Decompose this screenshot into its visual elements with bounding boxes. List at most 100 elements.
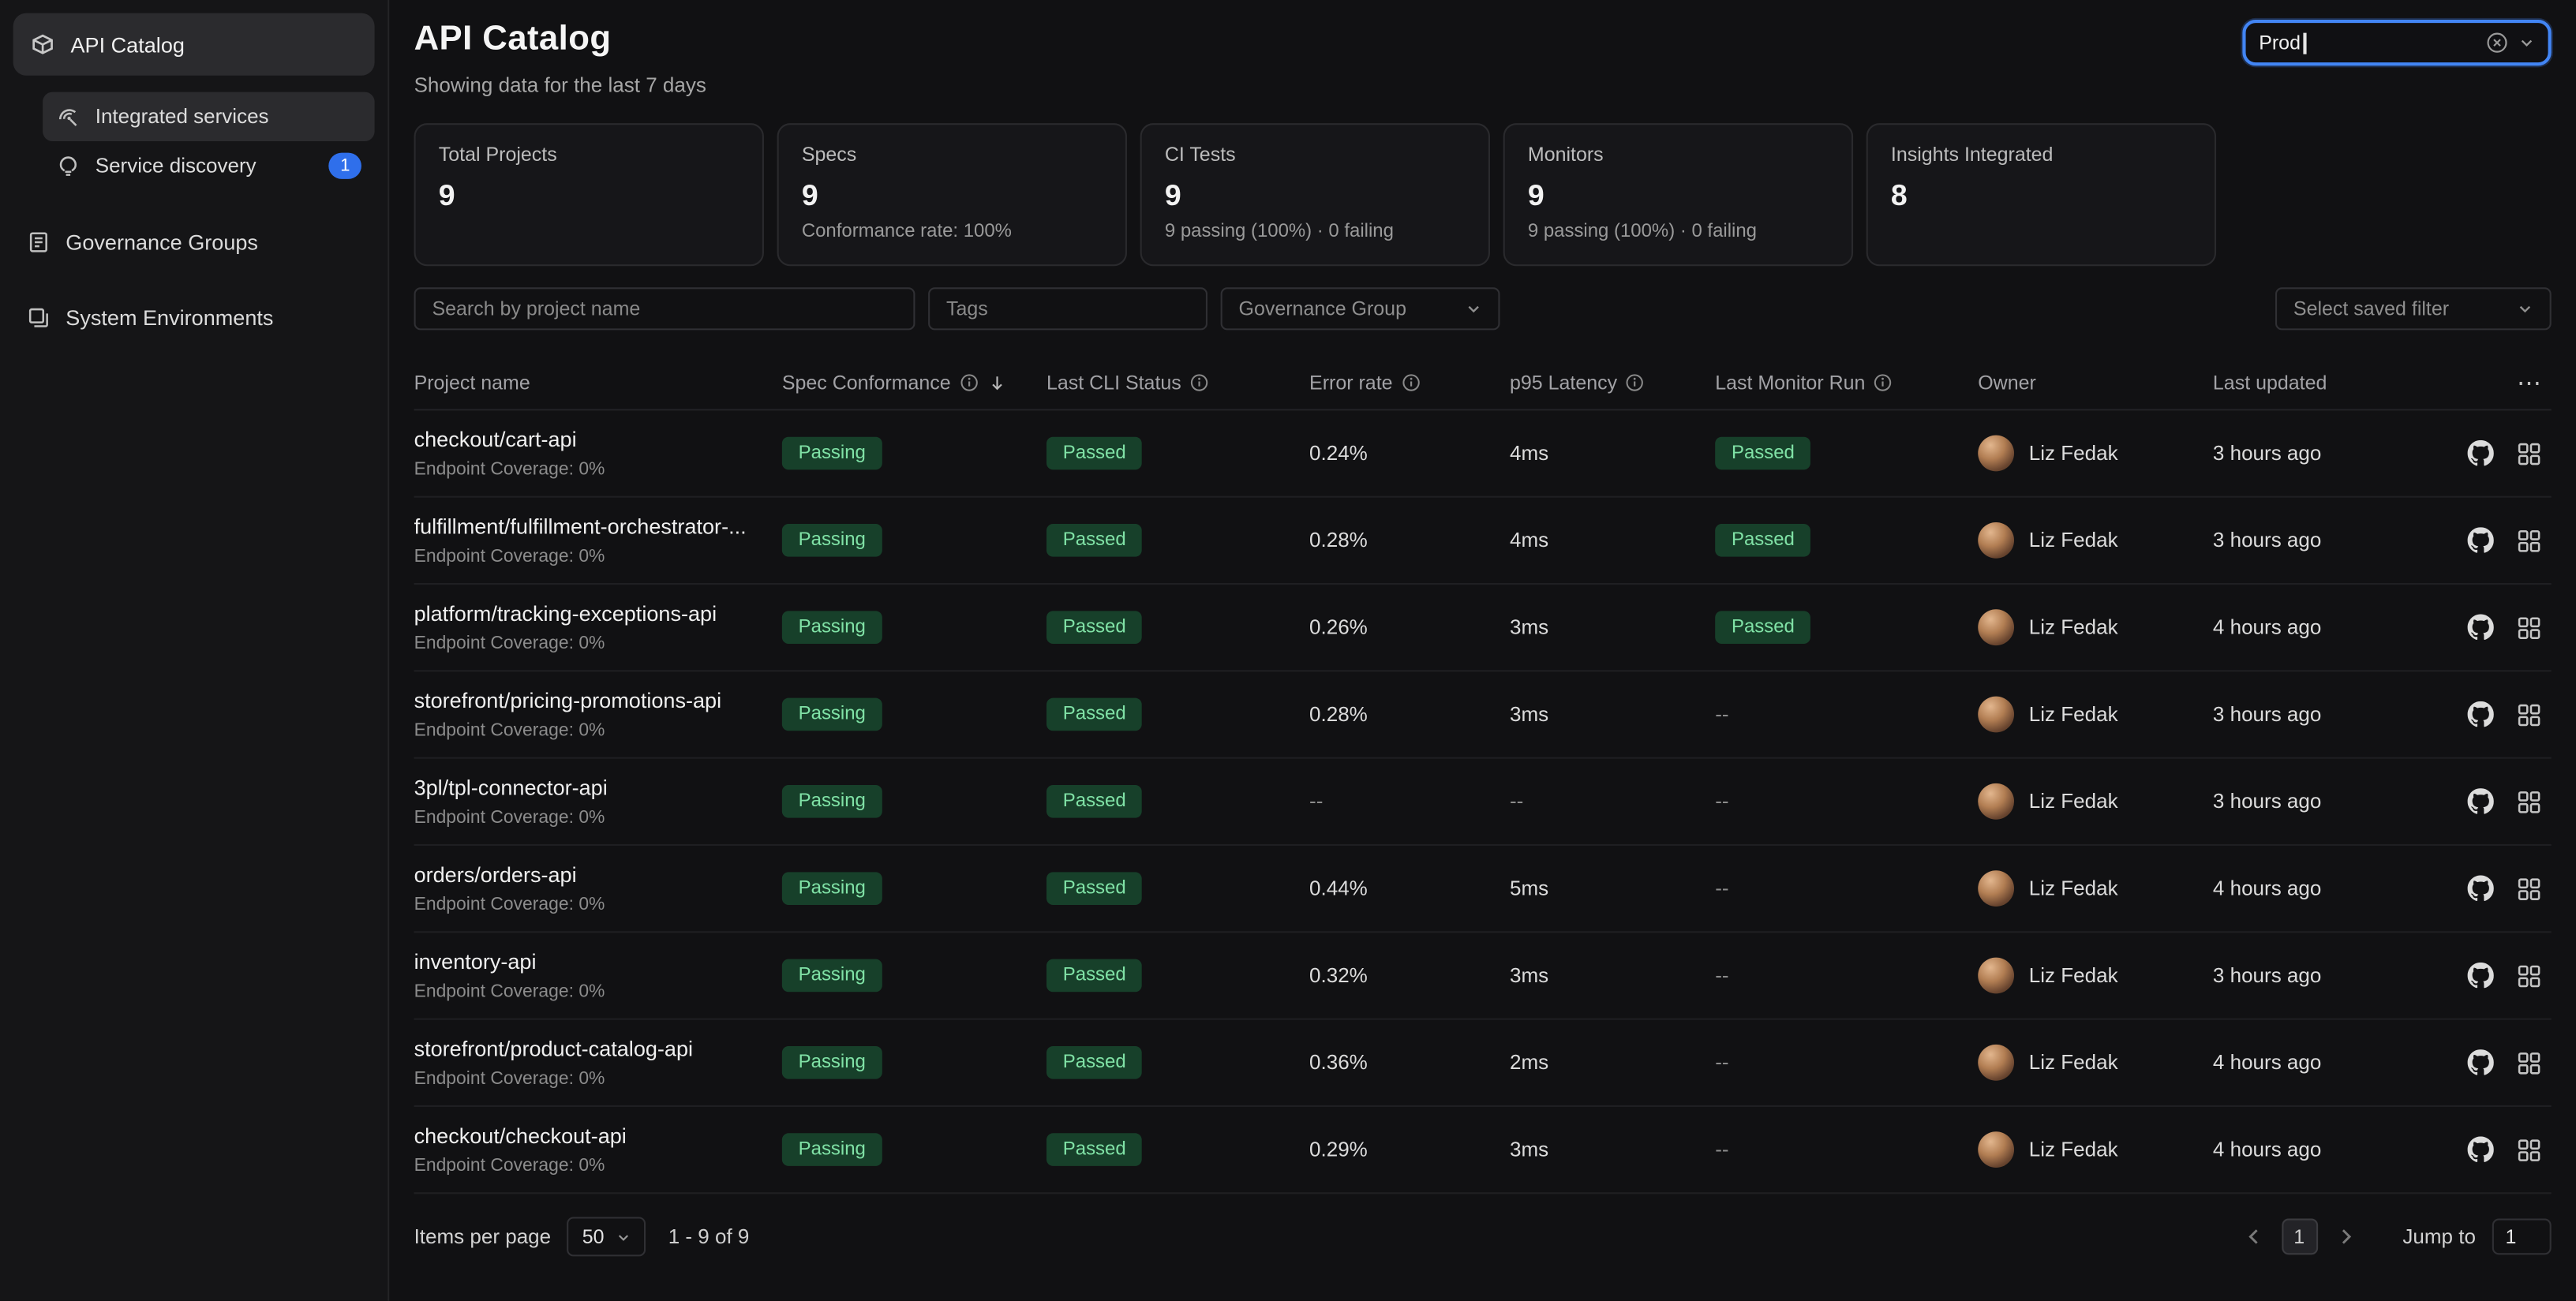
integrations-grid-icon[interactable]	[2517, 441, 2541, 465]
github-icon[interactable]	[2468, 1049, 2494, 1075]
integrations-grid-icon[interactable]	[2517, 789, 2541, 813]
stat-label: Monitors	[1528, 143, 1829, 166]
sidebar-catalog-header[interactable]: API Catalog	[13, 13, 375, 76]
github-icon[interactable]	[2468, 1136, 2494, 1162]
stat-label: Insights Integrated	[1891, 143, 2192, 166]
sidebar-item-system-environments[interactable]: System Environments	[13, 293, 375, 342]
table-row[interactable]: checkout/checkout-api Endpoint Coverage:…	[414, 1107, 2552, 1194]
api-catalog-icon	[29, 32, 55, 58]
avatar	[1978, 436, 2014, 472]
table-row[interactable]: 3pl/tpl-connector-api Endpoint Coverage:…	[414, 759, 2552, 846]
sidebar-item-service-discovery[interactable]: Service discovery 1	[43, 141, 374, 190]
table-row[interactable]: inventory-api Endpoint Coverage: 0% Pass…	[414, 933, 2552, 1019]
info-icon[interactable]	[959, 373, 979, 393]
github-icon[interactable]	[2468, 440, 2494, 466]
integrations-grid-icon[interactable]	[2517, 1050, 2541, 1075]
sidebar-item-integrated-services[interactable]: Integrated services	[43, 92, 374, 141]
owner-cell: Liz Fedak	[1978, 1131, 2213, 1168]
info-icon[interactable]	[1189, 373, 1209, 393]
avatar	[1978, 609, 2014, 645]
page-1-button[interactable]: 1	[2281, 1219, 2317, 1255]
info-icon[interactable]	[1626, 373, 1646, 393]
stat-card-monitors: Monitors 9 9 passing (100%) · 0 failing	[1503, 123, 1853, 266]
items-per-page-select[interactable]: 50	[567, 1217, 646, 1256]
info-icon[interactable]	[1401, 373, 1421, 393]
last-updated-value: 3 hours ago	[2213, 703, 2418, 726]
monitor-run-status: Passed	[1715, 611, 1810, 644]
sidebar-children: Integrated services Service discovery 1	[0, 88, 388, 190]
jump-to-input[interactable]	[2492, 1219, 2552, 1255]
p95-latency-value: 5ms	[1510, 877, 1715, 900]
p95-latency-value: 4ms	[1510, 529, 1715, 551]
table-row[interactable]: fulfillment/fulfillment-orchestrator-...…	[414, 498, 2552, 585]
text-caret	[2304, 32, 2306, 54]
col-p95-latency[interactable]: p95 Latency	[1510, 371, 1715, 394]
col-last-monitor-run[interactable]: Last Monitor Run	[1715, 371, 1978, 394]
col-error-rate[interactable]: Error rate	[1309, 371, 1510, 394]
stat-value: 8	[1891, 179, 2192, 214]
sort-desc-icon[interactable]	[987, 373, 1006, 393]
row-actions	[2418, 788, 2552, 814]
owner-name: Liz Fedak	[2029, 442, 2118, 465]
spec-conformance-badge: Passing	[782, 872, 882, 905]
col-project-name: Project name	[414, 371, 782, 394]
prev-page-button[interactable]	[2241, 1225, 2264, 1248]
table-row[interactable]: checkout/cart-api Endpoint Coverage: 0% …	[414, 410, 2552, 497]
github-icon[interactable]	[2468, 963, 2494, 989]
github-icon[interactable]	[2468, 615, 2494, 641]
next-page-button[interactable]	[2334, 1225, 2357, 1248]
tags-filter-input[interactable]	[928, 287, 1208, 330]
jump-to-label: Jump to	[2402, 1225, 2476, 1248]
sidebar-item-label: Service discovery	[95, 155, 256, 178]
table-row[interactable]: platform/tracking-exceptions-api Endpoin…	[414, 585, 2552, 671]
table-row[interactable]: storefront/pricing-promotions-api Endpoi…	[414, 671, 2552, 758]
search-chevron-down-icon[interactable]	[2518, 35, 2535, 51]
github-icon[interactable]	[2468, 527, 2494, 553]
integrations-grid-icon[interactable]	[2517, 702, 2541, 727]
info-icon[interactable]	[1874, 373, 1893, 393]
monitor-run-status: --	[1715, 1051, 1728, 1074]
row-actions	[2418, 875, 2552, 901]
col-spec-conformance[interactable]: Spec Conformance	[782, 371, 1046, 394]
system-environments-icon	[26, 305, 51, 329]
project-name[interactable]: platform/tracking-exceptions-api	[414, 601, 782, 626]
table-row[interactable]: storefront/product-catalog-api Endpoint …	[414, 1020, 2552, 1107]
integrations-grid-icon[interactable]	[2517, 1138, 2541, 1162]
col-last-cli-status[interactable]: Last CLI Status	[1046, 371, 1309, 394]
owner-name: Liz Fedak	[2029, 1138, 2118, 1161]
github-icon[interactable]	[2468, 875, 2494, 901]
project-name[interactable]: checkout/checkout-api	[414, 1123, 782, 1148]
spec-conformance-badge: Passing	[782, 785, 882, 818]
sidebar-title: API Catalog	[71, 32, 185, 57]
table-row[interactable]: orders/orders-api Endpoint Coverage: 0% …	[414, 846, 2552, 933]
clear-search-icon[interactable]	[2485, 32, 2508, 54]
governance-groups-icon	[26, 229, 51, 253]
pagination-range: 1 - 9 of 9	[668, 1225, 750, 1248]
project-name[interactable]: inventory-api	[414, 949, 782, 974]
sidebar-item-governance-groups[interactable]: Governance Groups	[13, 217, 375, 266]
saved-filter-select[interactable]: Select saved filter	[2275, 287, 2552, 330]
cli-status-badge: Passed	[1046, 785, 1142, 818]
error-rate-value: 0.44%	[1309, 877, 1510, 900]
project-name[interactable]: storefront/pricing-promotions-api	[414, 688, 782, 712]
project-name[interactable]: fulfillment/fulfillment-orchestrator-...	[414, 514, 782, 539]
catalog-search-input[interactable]: Prod	[2242, 20, 2551, 65]
integrations-grid-icon[interactable]	[2517, 615, 2541, 640]
github-icon[interactable]	[2468, 788, 2494, 814]
github-icon[interactable]	[2468, 701, 2494, 727]
project-name[interactable]: storefront/product-catalog-api	[414, 1036, 782, 1060]
p95-latency-value: 3ms	[1510, 964, 1715, 987]
table-header-row: Project name Spec Conformance Last CLI S…	[414, 357, 2552, 411]
governance-group-select[interactable]: Governance Group	[1221, 287, 1500, 330]
project-name-cell: storefront/product-catalog-api Endpoint …	[414, 1036, 782, 1089]
integrations-grid-icon[interactable]	[2517, 963, 2541, 988]
stat-detail: Conformance rate: 100%	[802, 222, 1103, 241]
project-name[interactable]: 3pl/tpl-connector-api	[414, 776, 782, 800]
integrations-grid-icon[interactable]	[2517, 528, 2541, 552]
project-name[interactable]: checkout/cart-api	[414, 427, 782, 451]
integrations-grid-icon[interactable]	[2517, 877, 2541, 901]
project-name-filter-input[interactable]	[414, 287, 915, 330]
project-name[interactable]: orders/orders-api	[414, 862, 782, 887]
last-updated-value: 3 hours ago	[2213, 964, 2418, 987]
columns-menu-button[interactable]: ⋯	[2418, 368, 2552, 397]
